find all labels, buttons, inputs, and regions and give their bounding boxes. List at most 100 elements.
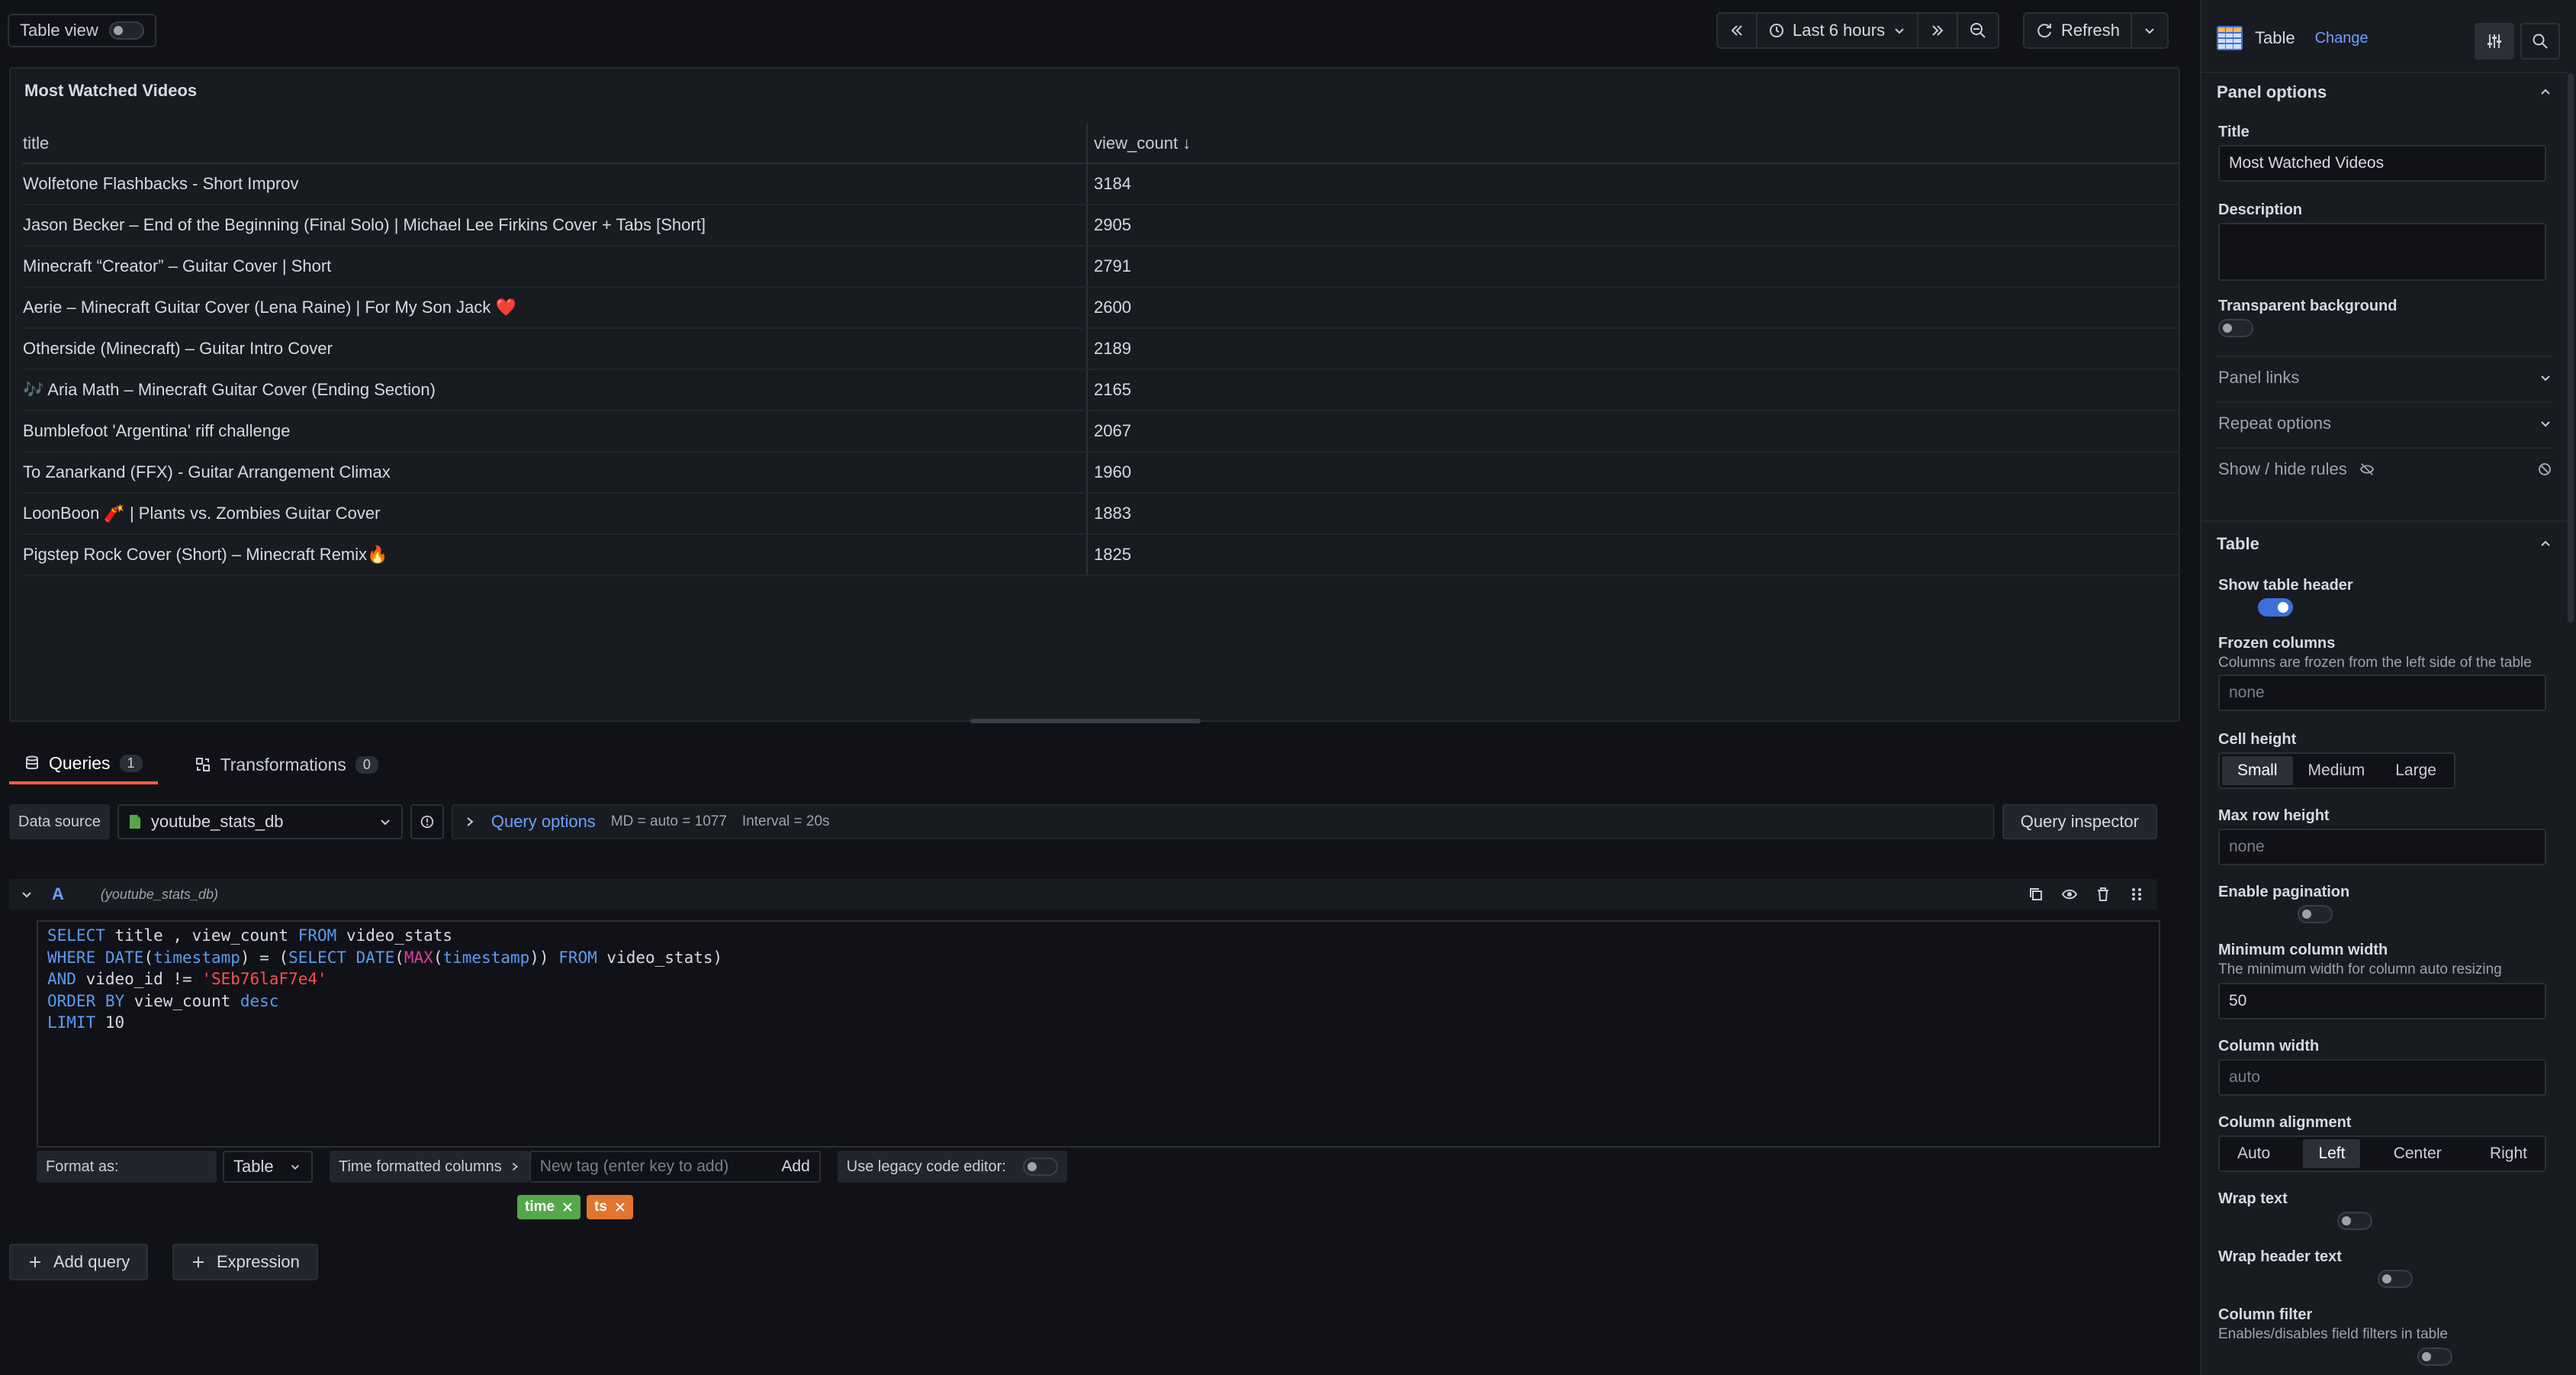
cell-view-count: 3184 <box>1086 163 2179 205</box>
transparent-toggle[interactable] <box>2218 319 2253 337</box>
add-tag-button[interactable]: Add <box>781 1158 809 1176</box>
time-range-picker[interactable]: Last 6 hours <box>1758 14 1919 47</box>
title-input[interactable]: Most Watched Videos <box>2218 145 2546 182</box>
add-query-button[interactable]: Add query <box>9 1244 149 1280</box>
chevron-down-icon <box>1895 28 1904 34</box>
chevrons-left-icon <box>1731 25 1742 36</box>
column-filter-toggle[interactable] <box>2417 1348 2452 1366</box>
cell-title: Bumblefoot 'Argentina' riff challenge <box>23 411 1087 452</box>
table-row: 🎶 Aria Math – Minecraft Guitar Cover (En… <box>23 369 2179 411</box>
chevron-down-icon <box>2541 375 2550 382</box>
pagination-toggle[interactable] <box>2298 905 2333 923</box>
add-expression-label: Expression <box>217 1252 300 1271</box>
show-header-toggle[interactable] <box>2258 598 2294 617</box>
legacy-editor-label-text: Use legacy code editor: <box>846 1158 1006 1175</box>
column-width-input[interactable]: auto <box>2218 1059 2546 1096</box>
wrap-header-label: Wrap header text <box>2218 1248 2342 1265</box>
options-scrollbar[interactable] <box>2568 73 2574 623</box>
eye-icon[interactable] <box>2061 886 2078 903</box>
table-row: Aerie – Minecraft Guitar Cover (Lena Rai… <box>23 287 2179 329</box>
format-value: Table <box>233 1157 274 1176</box>
refresh-button[interactable]: Refresh <box>2024 14 2133 47</box>
search-options-button[interactable] <box>2520 23 2560 60</box>
chevron-up-icon <box>2541 89 2550 95</box>
query-row-header: A (youtube_stats_db) <box>9 879 2157 910</box>
time-forward-button[interactable] <box>1918 14 1959 47</box>
table-options-header[interactable]: Table <box>2217 534 2552 554</box>
add-query-label: Add query <box>53 1252 130 1271</box>
wrap-text-toggle[interactable] <box>2337 1212 2373 1230</box>
min-width-input[interactable]: 50 <box>2218 983 2546 1019</box>
sql-code[interactable]: SELECT title , view_count FROM video_sta… <box>38 922 2159 1037</box>
tab-queries-label: Queries <box>49 752 111 773</box>
description-textarea[interactable] <box>2218 223 2546 281</box>
column-filter-desc: Enables/disables field filters in table <box>2218 1326 2449 1342</box>
frozen-columns-desc: Columns are frozen from the left side of… <box>2218 655 2532 671</box>
format-as-label: Format as: <box>37 1151 217 1183</box>
alignment-left[interactable]: Left <box>2303 1139 2361 1168</box>
cell-title: Wolfetone Flashbacks - Short Improv <box>23 163 1087 205</box>
time-back-button[interactable] <box>1718 14 1758 47</box>
refresh-interval-dropdown[interactable] <box>2132 14 2167 47</box>
query-options-label[interactable]: Query options <box>491 812 596 832</box>
tag-input[interactable]: New tag (enter key to add) <box>540 1158 773 1176</box>
cell-title: Otherside (Minecraft) – Guitar Intro Cov… <box>23 328 1087 370</box>
tag-ts: ts <box>587 1195 633 1219</box>
show-hide-label: Show / hide rules <box>2218 459 2347 478</box>
change-viz-button[interactable]: Change <box>2315 30 2369 47</box>
cell-title: Aerie – Minecraft Guitar Cover (Lena Rai… <box>23 287 1087 329</box>
cell-height-medium[interactable]: Medium <box>2293 756 2381 785</box>
show-hide-rules-row[interactable]: Show / hide rules <box>2218 459 2552 479</box>
refresh-group: Refresh <box>2023 12 2169 49</box>
panel-resize-handle[interactable] <box>970 719 1201 723</box>
column-header-view-count[interactable]: view_count ↓ <box>1086 124 2179 164</box>
format-select[interactable]: Table <box>223 1151 313 1183</box>
chevron-down-icon[interactable] <box>20 887 34 901</box>
alignment-center[interactable]: Center <box>2378 1139 2457 1168</box>
column-header-title[interactable]: title <box>23 124 1087 164</box>
chevron-right-icon <box>467 817 474 826</box>
chevron-down-icon <box>2145 28 2154 34</box>
data-source-select[interactable]: youtube_stats_db <box>117 804 403 839</box>
query-options-bar[interactable]: Query options MD = auto = 1077 Interval … <box>451 804 1995 839</box>
pagination-label: Enable pagination <box>2218 884 2350 900</box>
frozen-columns-label: Frozen columns <box>2218 635 2336 652</box>
wrap-header-toggle[interactable] <box>2377 1270 2413 1288</box>
panel-links-label: Panel links <box>2218 368 2300 387</box>
legacy-editor-toggle[interactable] <box>1022 1158 1058 1176</box>
chevron-down-icon <box>381 820 390 826</box>
tab-queries[interactable]: Queries 1 <box>9 745 158 784</box>
add-expression-button[interactable]: Expression <box>172 1244 318 1280</box>
drag-handle-icon[interactable] <box>2128 886 2145 903</box>
table-view-label: Table view <box>20 21 98 40</box>
trash-icon[interactable] <box>2095 886 2111 903</box>
legacy-editor-label: Use legacy code editor: <box>837 1151 1067 1183</box>
alignment-right[interactable]: Right <box>2475 1139 2542 1168</box>
data-source-help-button[interactable] <box>410 804 444 839</box>
table-row: Wolfetone Flashbacks - Short Improv 3184 <box>23 163 2179 205</box>
panel-links-row[interactable]: Panel links <box>2218 368 2552 388</box>
alignment-auto[interactable]: Auto <box>2222 1139 2285 1168</box>
options-tab-button[interactable] <box>2475 23 2514 60</box>
min-width-label: Minimum column width <box>2218 942 2388 958</box>
sql-editor[interactable]: SELECT title , view_count FROM video_sta… <box>37 920 2160 1148</box>
tag-input-wrapper: New tag (enter key to add) Add <box>529 1151 821 1183</box>
tab-transformations[interactable]: Transformations 0 <box>179 745 394 784</box>
panel-options-header[interactable]: Panel options <box>2217 82 2552 102</box>
tag-ts-label: ts <box>594 1199 607 1215</box>
duplicate-icon[interactable] <box>2028 886 2044 903</box>
query-ref-id[interactable]: A <box>52 884 64 904</box>
query-inspector-button[interactable]: Query inspector <box>2002 804 2157 839</box>
max-row-height-input[interactable]: none <box>2218 829 2546 865</box>
cell-view-count: 2791 <box>1086 246 2179 288</box>
cell-height-small[interactable]: Small <box>2222 756 2293 785</box>
table-view-toggle[interactable]: Table view <box>8 14 156 47</box>
zoom-out-button[interactable] <box>1958 14 1998 47</box>
plus-icon <box>30 1257 40 1267</box>
close-icon[interactable] <box>615 1202 626 1212</box>
repeat-options-row[interactable]: Repeat options <box>2218 414 2552 433</box>
close-icon[interactable] <box>562 1202 573 1212</box>
frozen-columns-input[interactable]: none <box>2218 675 2546 711</box>
cell-height-large[interactable]: Large <box>2380 756 2452 785</box>
table-view-switch[interactable] <box>108 21 144 40</box>
